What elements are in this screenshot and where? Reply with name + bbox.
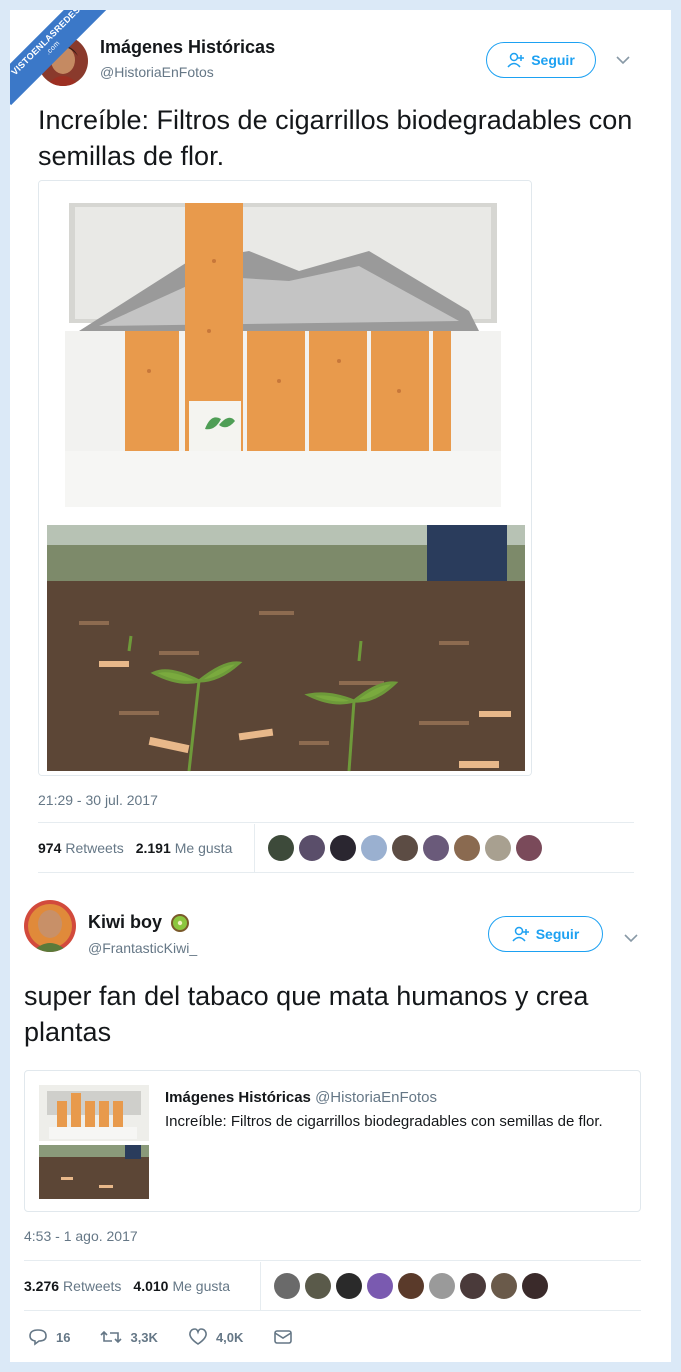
quoted-thumbnail-image <box>39 1085 149 1199</box>
liker-avatar[interactable] <box>367 1273 393 1299</box>
reply-count: 16 <box>56 1329 71 1345</box>
liker-avatars <box>268 835 542 861</box>
retweet-icon <box>100 1330 123 1344</box>
stats-separator <box>260 1262 261 1310</box>
likes-stat[interactable]: 2.191 Me gusta <box>136 840 233 856</box>
envelope-icon <box>274 1330 293 1344</box>
liker-avatar[interactable] <box>485 835 511 861</box>
tweet-stats: 974 Retweets 2.191 Me gusta <box>38 838 244 858</box>
message-action[interactable] <box>273 1329 293 1345</box>
quoted-author: Imágenes Históricas @HistoriaEnFotos <box>165 1089 437 1106</box>
stats-separator <box>254 824 255 872</box>
liker-avatars <box>274 1273 548 1299</box>
tweet-timestamp[interactable]: 21:29 - 30 jul. 2017 <box>38 792 158 808</box>
liker-avatar[interactable] <box>330 835 356 861</box>
divider <box>24 1260 641 1261</box>
heart-icon <box>189 1328 207 1345</box>
chevron-down-icon[interactable] <box>616 52 630 68</box>
author-handle[interactable]: @HistoriaEnFotos <box>100 64 214 80</box>
liker-avatar[interactable] <box>392 835 418 861</box>
quoted-tweet[interactable]: Imágenes Históricas @HistoriaEnFotos Inc… <box>24 1070 641 1212</box>
liker-avatar[interactable] <box>274 1273 300 1299</box>
liker-avatar[interactable] <box>299 835 325 861</box>
retweet-action[interactable]: 3,3K <box>100 1328 158 1346</box>
author-name[interactable]: Kiwi boy <box>88 912 190 933</box>
liker-avatar[interactable] <box>268 835 294 861</box>
liker-avatar[interactable] <box>336 1273 362 1299</box>
likes-label: Me gusta <box>174 840 233 856</box>
follow-label: Seguir <box>535 926 580 942</box>
retweets-count: 3.276 <box>24 1278 60 1294</box>
author-name-text: Kiwi boy <box>88 912 163 932</box>
author-handle[interactable]: @FrantasticKiwi_ <box>88 940 197 956</box>
cigarette-pack-image <box>39 181 531 775</box>
liker-avatar[interactable] <box>429 1273 455 1299</box>
retweets-count: 974 <box>38 840 62 856</box>
screenshot-frame: VISTOENLASREDES .com Imágenes Históricas… <box>10 10 671 1362</box>
quoted-text: Increíble: Filtros de cigarrillos biodeg… <box>165 1113 603 1130</box>
tweet-reply: Kiwi boy @FrantasticKiwi_ Seguir super f… <box>10 890 671 1362</box>
liker-avatar[interactable] <box>305 1273 331 1299</box>
quoted-media[interactable] <box>39 1085 149 1199</box>
divider <box>38 822 634 823</box>
tweet-text: super fan del tabaco que mata humanos y … <box>24 981 589 1047</box>
tweet-actions: 16 3,3K 4,0K <box>28 1328 323 1346</box>
retweet-count: 3,3K <box>130 1329 158 1345</box>
quoted-author-name: Imágenes Históricas <box>165 1089 311 1106</box>
likes-label: Me gusta <box>172 1278 231 1294</box>
tweet-media[interactable] <box>38 180 532 776</box>
divider <box>24 1310 641 1311</box>
liker-avatar[interactable] <box>516 835 542 861</box>
quoted-author-handle: @HistoriaEnFotos <box>315 1089 438 1106</box>
liker-avatar[interactable] <box>454 835 480 861</box>
likes-count: 2.191 <box>135 840 171 856</box>
retweets-label: Retweets <box>65 840 124 856</box>
retweets-stat[interactable]: 974 Retweets <box>38 840 124 856</box>
liker-avatar[interactable] <box>460 1273 486 1299</box>
tweet-text: Increíble: Filtros de cigarrillos biodeg… <box>38 105 633 171</box>
follow-button[interactable]: Seguir <box>486 42 596 78</box>
person-add-icon <box>512 926 529 942</box>
follow-label: Seguir <box>531 52 575 68</box>
liker-avatar[interactable] <box>522 1273 548 1299</box>
like-count: 4,0K <box>215 1329 244 1345</box>
reply-icon <box>29 1329 47 1346</box>
liker-avatar[interactable] <box>491 1273 517 1299</box>
author-name[interactable]: Imágenes Históricas <box>100 37 275 58</box>
tweet-original: Imágenes Históricas @HistoriaEnFotos Seg… <box>10 10 671 890</box>
liker-avatar[interactable] <box>361 835 387 861</box>
avatar[interactable] <box>24 900 76 952</box>
likes-count: 4.010 <box>133 1278 169 1294</box>
person-add-icon <box>507 52 525 68</box>
kiwi-emoji-icon <box>171 913 190 932</box>
reply-action[interactable]: 16 <box>28 1328 70 1346</box>
tweet-timestamp[interactable]: 4:53 - 1 ago. 2017 <box>24 1228 138 1244</box>
likes-stat[interactable]: 4.010 Me gusta <box>133 1278 230 1294</box>
divider <box>38 872 634 873</box>
retweets-stat[interactable]: 3.276 Retweets <box>24 1278 121 1294</box>
follow-button[interactable]: Seguir <box>488 916 603 952</box>
liker-avatar[interactable] <box>423 835 449 861</box>
like-action[interactable]: 4,0K <box>188 1328 243 1346</box>
retweets-label: Retweets <box>63 1278 122 1294</box>
liker-avatar[interactable] <box>398 1273 424 1299</box>
chevron-down-icon[interactable] <box>624 930 638 946</box>
tweet-stats: 3.276 Retweets 4.010 Me gusta <box>24 1276 242 1296</box>
